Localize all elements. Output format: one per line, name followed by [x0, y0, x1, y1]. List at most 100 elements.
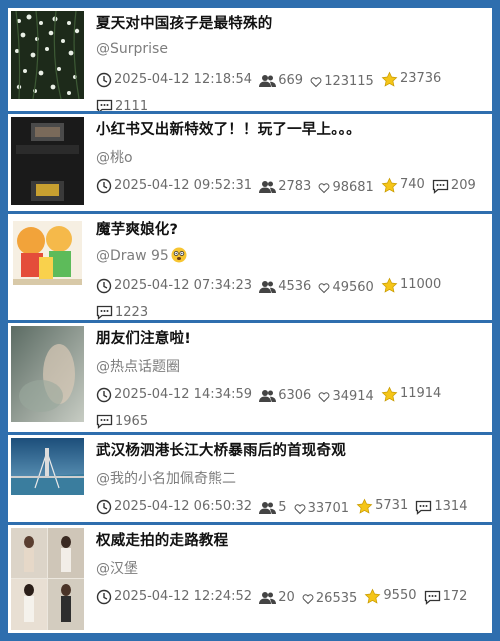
post-people: 6306: [259, 385, 311, 407]
post-comments-count: 209: [450, 178, 476, 193]
thumbnail-image: [11, 117, 84, 205]
post-time-text: 2025-04-12 12:24:52: [114, 588, 253, 604]
post-favorites: 740: [381, 174, 425, 196]
thumbnail[interactable]: [11, 528, 84, 630]
post-author[interactable]: @汉堡: [96, 558, 138, 578]
heart-icon: [319, 391, 330, 402]
thumbnail[interactable]: [11, 326, 84, 422]
post-time-text: 2025-04-12 09:52:31: [114, 177, 253, 193]
card-content: 小红书又出新特效了！！玩了一早上。。。 @桃o 2025-04-12 09:52…: [96, 114, 486, 211]
post-favorites: 5731: [356, 495, 408, 517]
thumbnail[interactable]: [11, 117, 84, 205]
post-favorites: 11914: [381, 383, 441, 405]
comment-icon: [96, 305, 113, 320]
post-time: 2025-04-12 14:34:59: [96, 384, 252, 406]
post-meta: 2025-04-12 12:24:52 20 26535 9550 172: [96, 585, 486, 613]
feed-card[interactable]: 权威走拍的走路教程 @汉堡 2025-04-12 12:24:52 20 265…: [8, 525, 492, 633]
people-icon: [259, 280, 277, 293]
post-title[interactable]: 朋友们注意啦!: [96, 327, 191, 348]
post-time-text: 2025-04-12 14:34:59: [114, 386, 253, 402]
post-time: 2025-04-12 12:18:54: [96, 69, 252, 91]
thumbnail-image: [11, 438, 84, 495]
post-time: 2025-04-12 06:50:32: [96, 496, 252, 518]
star-icon: [356, 498, 373, 514]
post-people-count: 2783: [278, 178, 312, 194]
clock-icon: [96, 387, 112, 402]
thumbnail[interactable]: [11, 438, 84, 495]
post-favorites-count: 740: [399, 177, 425, 192]
post-comments: 1223: [96, 302, 148, 321]
post-likes: 98681: [318, 177, 374, 199]
feed-card[interactable]: 夏天对中国孩子是最特殊的 @Surprise 2025-04-12 12:18:…: [8, 8, 492, 111]
post-people: 5: [259, 497, 287, 519]
post-title[interactable]: 小红书又出新特效了！！玩了一早上。。。: [96, 118, 361, 139]
heart-icon: [294, 503, 306, 514]
feed-card[interactable]: 武汉杨泗港长江大桥暴雨后的首现奇观 @我的小名加佩奇熊二 2025-04-12 …: [8, 435, 492, 522]
post-likes-count: 33701: [307, 500, 349, 516]
comment-icon: [432, 179, 449, 194]
post-people-count: 20: [278, 589, 295, 605]
post-people-count: 4536: [278, 278, 312, 294]
people-icon: [259, 591, 277, 604]
thumbnail-image: [11, 326, 84, 422]
card-content: 朋友们注意啦! @热点话题圈 2025-04-12 14:34:59 6306 …: [96, 323, 486, 432]
post-likes-count: 98681: [332, 179, 374, 195]
post-likes: 34914: [318, 386, 374, 408]
clock-icon: [96, 178, 112, 193]
post-favorites: 23736: [381, 68, 441, 90]
post-time: 2025-04-12 09:52:31: [96, 175, 252, 197]
thumbnail[interactable]: [11, 11, 84, 99]
star-icon: [381, 177, 398, 193]
post-likes: 123115: [310, 71, 374, 93]
post-meta: 2025-04-12 09:52:31 2783 98681 740 209: [96, 174, 486, 202]
post-time: 2025-04-12 07:34:23: [96, 275, 252, 297]
post-author[interactable]: @Surprise: [96, 41, 168, 57]
post-favorites-count: 9550: [383, 588, 417, 603]
post-title[interactable]: 权威走拍的走路教程: [96, 529, 228, 550]
feed-card[interactable]: 朋友们注意啦! @热点话题圈 2025-04-12 14:34:59 6306 …: [8, 323, 492, 432]
feed-card[interactable]: 魔芋爽娘化? @Draw 95 2025-04-12 07:34:23 4536: [8, 214, 492, 320]
card-content: 魔芋爽娘化? @Draw 95 2025-04-12 07:34:23 4536: [96, 214, 486, 320]
feed-card[interactable]: 小红书又出新特效了！！玩了一早上。。。 @桃o 2025-04-12 09:52…: [8, 114, 492, 211]
post-meta: 2025-04-12 07:34:23 4536 49560 11000 122…: [96, 274, 486, 320]
post-likes-count: 49560: [332, 279, 374, 295]
people-icon: [259, 180, 277, 193]
post-title[interactable]: 武汉杨泗港长江大桥暴雨后的首现奇观: [96, 439, 346, 460]
star-icon: [381, 277, 398, 293]
post-likes: 49560: [318, 277, 374, 299]
thumbnail-image: [11, 217, 84, 305]
post-author[interactable]: @Draw 95: [96, 248, 169, 264]
post-title[interactable]: 魔芋爽娘化?: [96, 218, 178, 239]
people-icon: [259, 389, 277, 402]
comment-icon: [424, 590, 440, 605]
thumbnail[interactable]: [11, 217, 84, 305]
post-people: 2783: [259, 176, 311, 198]
heart-icon: [310, 76, 322, 87]
heart-icon: [319, 182, 330, 193]
card-content: 夏天对中国孩子是最特殊的 @Surprise 2025-04-12 12:18:…: [96, 8, 486, 111]
post-likes-count: 34914: [332, 388, 374, 404]
comment-icon: [416, 500, 432, 515]
post-likes: 33701: [294, 498, 349, 520]
post-favorites-count: 23736: [399, 71, 442, 86]
post-author[interactable]: @我的小名加佩奇熊二: [96, 468, 236, 488]
post-likes-count: 26535: [315, 590, 358, 606]
post-meta: 2025-04-12 06:50:32 5 33701 5731 1314: [96, 495, 486, 522]
card-content: 武汉杨泗港长江大桥暴雨后的首现奇观 @我的小名加佩奇熊二 2025-04-12 …: [96, 435, 486, 522]
post-author[interactable]: @热点话题圈: [96, 356, 180, 376]
post-comments-count: 1223: [115, 304, 149, 320]
thumbnail-image: [11, 528, 84, 630]
post-comments-count: 1314: [434, 499, 468, 514]
people-icon: [259, 74, 277, 87]
thumbnail-image: [11, 11, 84, 99]
post-people-count: 5: [278, 499, 287, 515]
post-favorites-count: 5731: [375, 498, 409, 513]
post-author[interactable]: @桃o: [96, 147, 133, 167]
post-title[interactable]: 夏天对中国孩子是最特殊的: [96, 12, 272, 33]
comment-icon: [96, 414, 113, 429]
post-time-text: 2025-04-12 06:50:32: [114, 498, 253, 514]
post-comments-count: 172: [442, 589, 468, 604]
feed-list: 夏天对中国孩子是最特殊的 @Surprise 2025-04-12 12:18:…: [8, 8, 492, 633]
clock-icon: [96, 278, 112, 293]
clock-icon: [96, 499, 112, 514]
